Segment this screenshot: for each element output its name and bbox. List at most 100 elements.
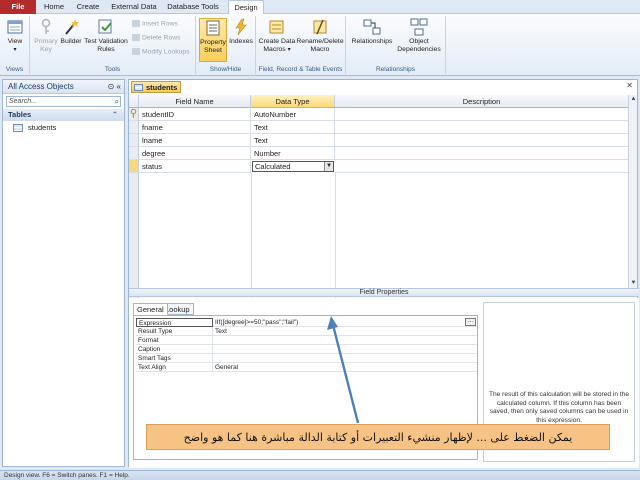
row-selector[interactable] [129, 134, 139, 147]
builder-button[interactable]: Builder [60, 18, 82, 46]
property-sheet-label: Property Sheet [200, 39, 226, 54]
object-dependencies-button[interactable]: Object Dependencies [396, 18, 442, 54]
scroll-up-icon[interactable]: ▲ [629, 95, 638, 104]
insert-rows-button[interactable]: Insert Rows [132, 20, 178, 27]
primary-key-icon [130, 108, 137, 118]
shutter-close-icon[interactable]: « [117, 82, 121, 91]
tab-general[interactable]: General [133, 303, 168, 315]
indexes-button[interactable]: Indexes [228, 18, 254, 46]
group-label-views: Views [5, 66, 24, 73]
table-icon [13, 124, 23, 133]
group-show-hide: Property Sheet Indexes Show/Hide [196, 16, 256, 74]
row-selector[interactable] [129, 108, 139, 121]
field-name-cell[interactable]: degree [139, 147, 251, 160]
property-label: Text Align [136, 363, 213, 372]
builder-wand-icon [65, 19, 79, 35]
nav-search-placeholder: Search... [9, 98, 38, 105]
row-selector[interactable] [129, 147, 139, 160]
data-type-dropdown[interactable]: Calculated ▼ [252, 161, 334, 172]
field-name-cell[interactable]: fname [139, 121, 251, 134]
field-name-cell[interactable]: lname [139, 134, 251, 147]
description-cell[interactable] [335, 108, 629, 121]
description-cell[interactable] [335, 134, 629, 147]
description-cell[interactable] [335, 121, 629, 134]
field-name-cell[interactable]: status [139, 160, 251, 173]
nav-item-students[interactable]: students [3, 121, 124, 134]
table-row[interactable]: lname Text [129, 134, 629, 147]
status-bar: Design view. F6 = Switch panes. F1 = Hel… [0, 470, 640, 480]
scroll-down-icon[interactable]: ▼ [629, 279, 638, 288]
group-label-field-events: Field, Record & Table Events [258, 66, 343, 73]
table-row[interactable]: studentID AutoNumber [129, 108, 629, 121]
description-cell[interactable] [335, 147, 629, 160]
property-row-result-type[interactable]: Result Type Text [136, 327, 477, 336]
property-row-caption[interactable]: Caption [136, 345, 477, 354]
nav-section-tables[interactable]: Tables ⌃ [3, 109, 124, 121]
collapse-chevron-icon[interactable]: ⌃ [112, 109, 118, 121]
primary-key-label: Primary Key [34, 38, 58, 53]
insert-rows-label: Insert Rows [142, 20, 178, 28]
search-icon[interactable]: ⌕ [115, 97, 119, 107]
expression-value-field[interactable]: IIf([degree]>=50;"pass";"fail") [213, 318, 477, 327]
data-type-cell[interactable]: Calculated ▼ [251, 160, 335, 173]
tab-file[interactable]: File [0, 0, 36, 14]
tab-database-tools[interactable]: Database Tools [164, 0, 222, 14]
close-icon[interactable]: ✕ [626, 81, 633, 90]
primary-key-button[interactable]: Primary Key [32, 18, 60, 54]
document-tab-label: students [146, 83, 178, 92]
property-sheet-button[interactable]: Property Sheet [199, 18, 227, 62]
tab-external-data[interactable]: External Data [108, 0, 160, 14]
expression-builder-ellipsis-button[interactable]: ... [465, 318, 476, 326]
row-selector[interactable] [129, 160, 139, 173]
rename-delete-macro-button[interactable]: Rename/Delete Macro [296, 18, 344, 54]
rename-macro-icon [313, 19, 327, 35]
property-value[interactable] [213, 336, 477, 345]
nav-search-input[interactable]: Search... ⌕ [6, 96, 121, 107]
property-row-smart-tags[interactable]: Smart Tags [136, 354, 477, 363]
document-tab-students[interactable]: students [131, 81, 181, 93]
group-relationships: Relationships Object Dependencies Relati… [346, 16, 446, 74]
property-value[interactable]: General [213, 363, 477, 372]
chevron-down-icon[interactable]: ▼ [324, 162, 333, 171]
row-selector-header [129, 95, 139, 108]
ribbon-tab-bar: File Home Create External Data Database … [0, 0, 640, 15]
property-label: Format [136, 336, 213, 345]
data-type-cell[interactable]: Number [251, 147, 335, 160]
property-row-text-align[interactable]: Text Align General [136, 363, 477, 372]
group-label-show-hide: Show/Hide [209, 66, 242, 73]
table-row[interactable]: degree Number [129, 147, 629, 160]
nav-section-label: Tables [8, 110, 32, 119]
grid-vertical-scrollbar[interactable]: ▲ ▼ [628, 95, 637, 288]
row-selector[interactable] [129, 121, 139, 134]
field-name-cell[interactable]: studentID [139, 108, 251, 121]
data-type-cell[interactable]: Text [251, 134, 335, 147]
group-label-relationships: Relationships [375, 66, 416, 73]
create-data-macros-button[interactable]: Create Data Macros ▾ [258, 18, 296, 54]
tab-create[interactable]: Create [72, 0, 104, 14]
nav-menu-icon[interactable]: ⊙ [108, 82, 115, 91]
property-sheet-icon [206, 20, 220, 36]
delete-rows-button[interactable]: Delete Rows [132, 34, 181, 41]
data-type-cell[interactable]: AutoNumber [251, 108, 335, 121]
property-value[interactable]: Text [213, 327, 477, 336]
tab-design[interactable]: Design [228, 0, 264, 15]
description-cell[interactable] [335, 160, 629, 173]
table-row[interactable]: status Calculated ▼ [129, 160, 629, 173]
property-value[interactable] [213, 354, 477, 363]
delete-rows-icon [132, 34, 140, 41]
modify-lookups-button[interactable]: Modify Lookups [132, 48, 190, 55]
nav-pane-header[interactable]: All Access Objects ⊙ « [3, 80, 124, 94]
property-row-format[interactable]: Format [136, 336, 477, 345]
data-type-cell[interactable]: Text [251, 121, 335, 134]
property-row-expression[interactable]: Expression IIf([degree]>=50;"pass";"fail… [136, 318, 477, 327]
view-button[interactable]: View ▾ [2, 18, 28, 54]
tab-home[interactable]: Home [40, 0, 68, 14]
macro-icon [269, 20, 284, 34]
group-field-events: Create Data Macros ▾ Rename/Delete Macro… [256, 16, 346, 74]
table-row[interactable]: fname Text [129, 121, 629, 134]
test-validation-button[interactable]: Test Validation Rules [82, 18, 130, 54]
delete-rows-label: Delete Rows [142, 34, 181, 42]
modify-lookups-icon [132, 48, 140, 55]
property-value[interactable] [213, 345, 477, 354]
relationships-button[interactable]: Relationships [350, 18, 394, 46]
